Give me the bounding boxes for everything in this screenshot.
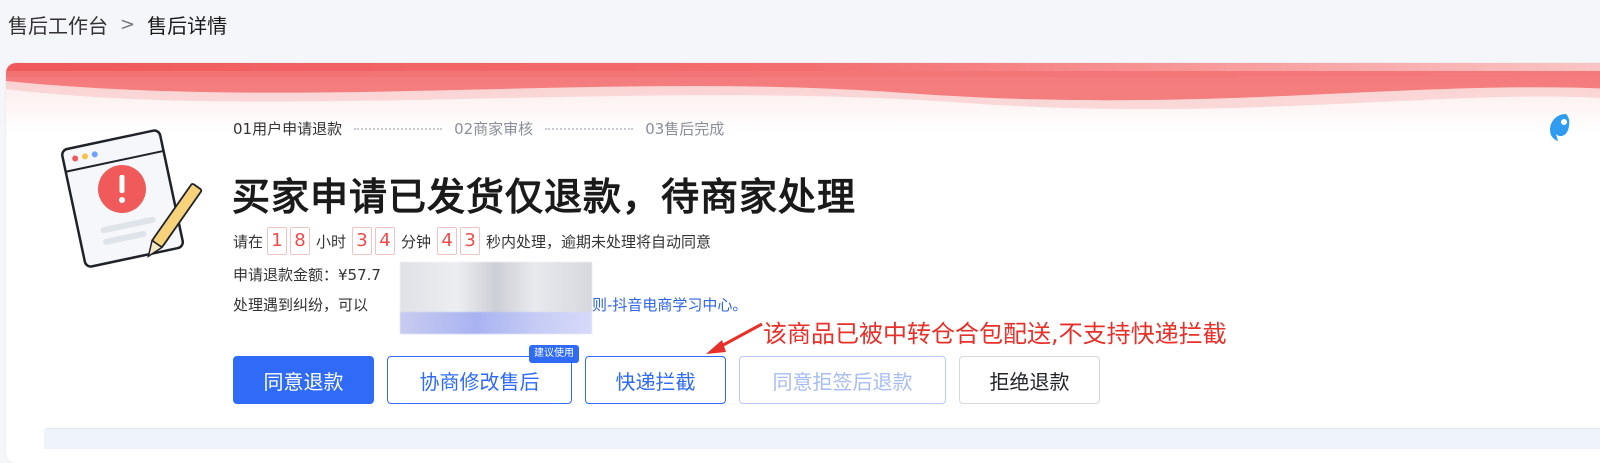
countdown-digit: 3	[460, 227, 481, 255]
negotiate-button-label: 协商修改售后	[419, 369, 540, 394]
countdown-prefix: 请在	[233, 232, 264, 251]
countdown-digit: 4	[437, 227, 458, 255]
status-title: 买家申请已发货仅退款，待商家处理	[232, 175, 857, 219]
countdown-unit: 小时	[316, 232, 347, 251]
step-connector	[354, 127, 443, 130]
annotation-note: 该商品已被中转仓合包配送,不支持快递拦截	[763, 320, 1227, 348]
step-1: 01用户申请退款	[233, 120, 343, 138]
countdown-digit: 8	[290, 227, 311, 255]
learning-center-link[interactable]: 则-抖音电商学习中心。	[592, 294, 747, 315]
assistant-icon[interactable]	[1544, 110, 1574, 144]
countdown-digit: 3	[352, 227, 373, 255]
countdown-digit: 4	[375, 227, 396, 255]
countdown: 请在 1 8 小时 3 4 分钟 4 3 秒内处理，逾期未处理将自动同意	[233, 227, 717, 255]
countdown-suffix: 秒内处理，逾期未处理将自动同意	[486, 232, 712, 251]
breadcrumb-current: 售后详情	[147, 13, 228, 38]
reject-refund-button[interactable]: 拒绝退款	[959, 356, 1100, 404]
refund-amount: 申请退款金额：¥57.7	[233, 266, 381, 284]
agree-after-reject-button: 同意拒签后退款	[739, 356, 946, 404]
redacted-link-area	[400, 312, 592, 334]
recommend-badge: 建议使用	[529, 345, 579, 363]
countdown-unit: 分钟	[401, 232, 432, 251]
breadcrumb-separator: >	[120, 13, 136, 35]
annotation-arrow-icon	[706, 322, 763, 354]
progress-steps: 01用户申请退款 02商家审核 03售后完成	[233, 118, 724, 139]
breadcrumb-root[interactable]: 售后工作台	[8, 10, 108, 39]
step-connector	[545, 127, 634, 130]
action-bar: 同意退款 协商修改售后 建议使用 快递拦截 同意拒签后退款 拒绝退款	[233, 345, 1113, 404]
countdown-digit: 1	[267, 227, 288, 255]
agree-refund-button[interactable]: 同意退款	[233, 356, 374, 404]
negotiate-button[interactable]: 协商修改售后 建议使用	[387, 345, 579, 404]
next-section-strip	[44, 428, 1600, 449]
dispute-hint: 处理遇到纠纷，可以	[233, 296, 369, 314]
breadcrumb: 售后工作台 > 售后详情	[8, 10, 227, 38]
step-2: 02商家审核	[454, 120, 534, 138]
express-intercept-button[interactable]: 快递拦截	[585, 356, 726, 404]
alert-document-illustration-icon	[61, 129, 203, 268]
redacted-area	[400, 262, 592, 334]
step-3: 03售后完成	[645, 120, 725, 138]
